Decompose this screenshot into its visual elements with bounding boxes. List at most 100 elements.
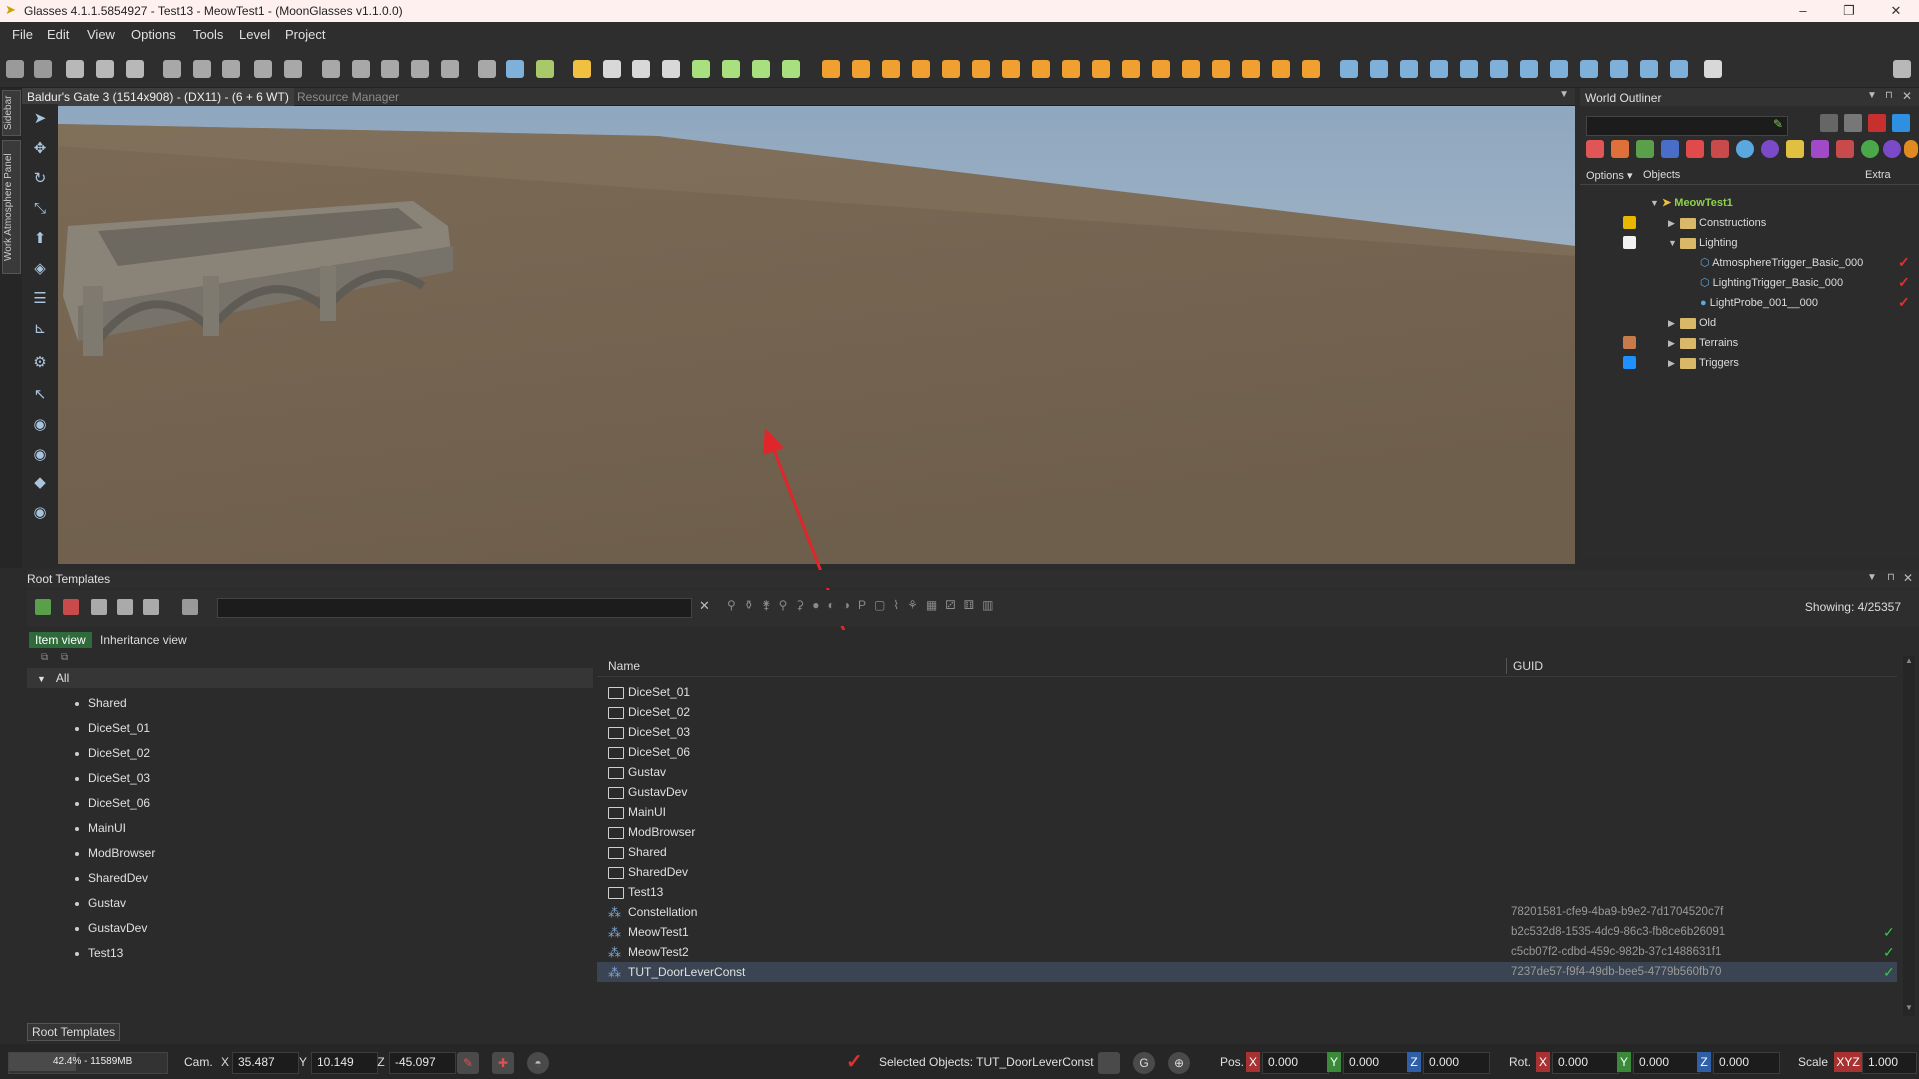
tree-item[interactable]: DiceSet_01 [75,718,150,738]
type-filter-icons[interactable]: ⚲⚱⚵⚲⚳●◐◑P▢⌇⚘▦⚂⚅▥ [727,598,1001,612]
column-header-guid[interactable]: GUID [1513,659,1543,673]
outliner-root[interactable]: ▼ ➤ MeowTest1 [1650,194,1733,212]
spider-icon[interactable] [912,60,930,78]
particles-icon[interactable] [662,60,680,78]
filter-character-icon[interactable] [1586,140,1604,158]
outliner-search-input[interactable] [1586,116,1788,136]
collapse-all-icon[interactable]: ⧉ [61,652,68,663]
delete-template-icon[interactable] [63,599,79,615]
eye-icon[interactable] [126,60,144,78]
scale-tool-icon[interactable]: ⤡ [31,200,49,218]
pos-y-field[interactable]: 0.000 [1343,1052,1410,1074]
hide-icon[interactable] [1844,114,1862,132]
filter-tree-icon[interactable] [1636,140,1654,158]
pin-location-icon[interactable]: ✎ [457,1052,479,1074]
viewport-3d[interactable] [58,106,1575,564]
panel-menu-icon[interactable]: ▼ [1867,90,1877,101]
visible-check-icon[interactable]: ✓ [1898,274,1910,291]
filter-pencil-icon[interactable]: ✎ [1773,117,1783,131]
constructions-color-swatch[interactable] [1623,216,1636,229]
filter-item-icon[interactable] [1611,140,1629,158]
settings-tool-icon[interactable]: ⚙ [31,354,49,372]
list-row-template[interactable]: ⁂ Constellation 78201581-cfe9-4ba9-b9e2-7d… [597,902,1897,922]
crowd-icon[interactable] [1152,60,1170,78]
local-space-icon[interactable]: G [1133,1052,1155,1074]
tree-item[interactable]: Test13 [75,943,123,963]
list-row-folder[interactable]: DiceSet_02 [597,702,1897,722]
red-check-icon[interactable] [1868,114,1886,132]
measure-tool-icon[interactable]: ⊾ [31,320,49,338]
add-marker-icon[interactable]: ✚ [492,1052,514,1074]
atmosphere-panel-tab[interactable]: Work Atmosphere Panel [2,140,21,274]
tree-item[interactable]: Gustav [75,893,126,913]
tree-item-all[interactable]: ▼ All [37,668,69,688]
menu-file[interactable]: File [12,27,33,42]
tools-icon[interactable] [1670,60,1688,78]
record-icon[interactable] [284,60,302,78]
save-icon[interactable] [91,599,107,615]
list-row-folder[interactable]: DiceSet_06 [597,742,1897,762]
terrain-icon[interactable] [478,60,496,78]
pos-z-field[interactable]: 0.000 [1423,1052,1490,1074]
outliner-item-light-probe[interactable]: ● LightProbe_001__000 [1700,294,1818,312]
outliner-item-lighting-trigger[interactable]: ⬡ LightingTrigger_Basic_000 [1700,274,1843,292]
outliner-item-constructions[interactable]: ▶ Constructions [1668,214,1766,232]
filter-atmosphere-icon[interactable] [1761,140,1779,158]
trash-icon[interactable] [1640,60,1658,78]
graph-icon[interactable] [752,60,770,78]
outliner-item-old[interactable]: ▶ Old [1668,314,1716,332]
pin-icon[interactable]: ⊓ [1887,572,1895,583]
close-button[interactable]: ✕ [1873,0,1919,22]
select-tool-icon[interactable]: ➤ [31,110,49,128]
panel-menu-icon[interactable]: ▼ [1867,572,1877,583]
cam-z-field[interactable]: -45.097 [389,1052,456,1074]
outliner-objects-tab[interactable]: Objects [1643,169,1680,181]
layers-icon[interactable] [1893,60,1911,78]
camera-icon[interactable] [34,60,52,78]
splash-icon[interactable] [942,60,960,78]
table-icon[interactable] [1302,60,1320,78]
gem-icon[interactable] [1610,60,1628,78]
tile-icon[interactable] [822,60,840,78]
snap-settings-icon[interactable] [1098,1052,1120,1074]
bar-chart-icon[interactable] [1242,60,1260,78]
globe-icon[interactable] [1460,60,1478,78]
sphere-icon[interactable] [573,60,591,78]
menu-edit[interactable]: Edit [47,27,69,42]
save-icon[interactable] [66,60,84,78]
column-header-name[interactable]: Name [608,659,640,673]
list-row-folder[interactable]: Gustav [597,762,1897,782]
game-icon[interactable] [6,60,24,78]
export-icon[interactable] [96,60,114,78]
filter-g-icon[interactable] [1883,140,1901,158]
database-icon[interactable] [1400,60,1418,78]
pivot-tool-icon[interactable]: ◈ [31,260,49,278]
render-mode-icon[interactable]: ◉ [31,504,49,522]
transform-icon[interactable] [222,60,240,78]
visible-check-icon[interactable]: ✓ [1898,254,1910,271]
list-row-folder[interactable]: Shared [597,842,1897,862]
scale-field[interactable]: 1.000 [1862,1052,1917,1074]
filter-l-icon[interactable] [1861,140,1879,158]
search-icon[interactable] [381,60,399,78]
filter-light-icon[interactable] [1786,140,1804,158]
clear-search-icon[interactable]: ✕ [699,598,710,614]
redo-icon[interactable] [193,60,211,78]
close-panel-icon[interactable]: ✕ [1903,571,1913,585]
add-template-icon[interactable] [35,599,51,615]
picture-icon[interactable] [1212,60,1230,78]
lock-icon[interactable] [1820,114,1838,132]
node-link-icon[interactable] [782,60,800,78]
move-tool-icon[interactable]: ✥ [31,140,49,158]
pos-x-field[interactable]: 0.000 [1262,1052,1329,1074]
box-icon[interactable] [692,60,710,78]
rune-icon[interactable] [972,60,990,78]
item-view-tab[interactable]: Item view [29,632,92,648]
list-row-template[interactable]: ⁂ MeowTest2 c5cb07f2-cdbd-459c-982b-37c148… [597,942,1897,962]
scroll-icon[interactable] [1002,60,1020,78]
line-chart-icon[interactable] [1272,60,1290,78]
outliner-options-dropdown[interactable]: Options ▾ [1586,169,1633,182]
pivot-center-icon[interactable]: ⊕ [1168,1052,1190,1074]
lighting-color-swatch[interactable] [1623,236,1636,249]
bulb-icon[interactable] [1430,60,1448,78]
